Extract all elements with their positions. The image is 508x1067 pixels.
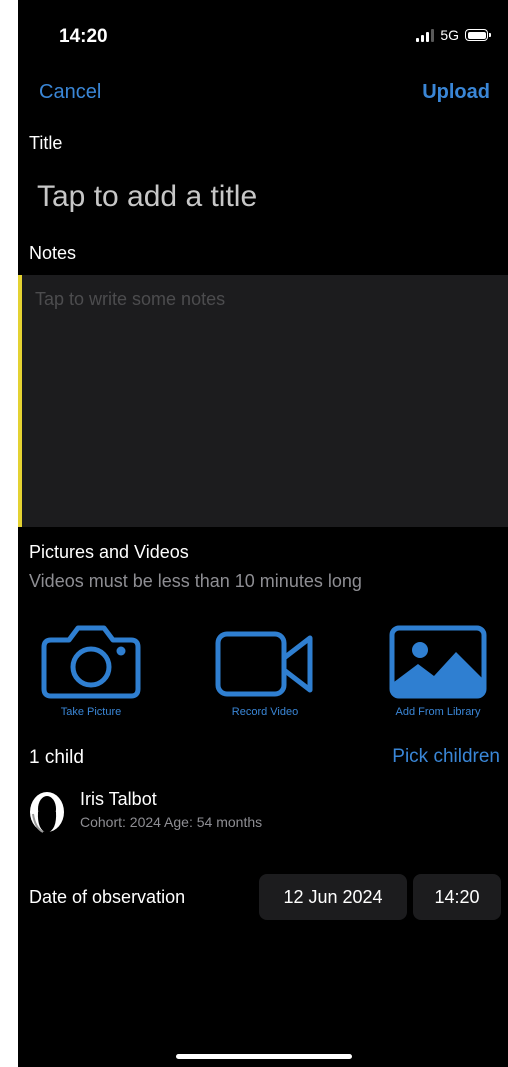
status-time: 14:20 <box>59 26 108 47</box>
cellular-signal-icon <box>416 28 435 42</box>
upload-button[interactable]: Upload <box>422 81 490 104</box>
media-section-label: Pictures and Videos <box>29 542 189 562</box>
notes-label: Notes <box>29 243 77 263</box>
child-meta: Cohort: 2024 Age: 54 months <box>80 814 263 830</box>
date-value: 12 Jun 2024 <box>283 886 383 907</box>
video-camera-icon <box>215 631 313 697</box>
notes-textarea[interactable]: Tap to write some notes <box>18 275 508 527</box>
record-video-button[interactable]: Record Video <box>195 622 335 732</box>
camera-icon <box>41 625 141 699</box>
status-indicators: 5G <box>416 27 491 43</box>
home-indicator[interactable] <box>176 1054 352 1059</box>
date-of-observation-label: Date of observation <box>29 887 186 907</box>
battery-icon <box>465 29 491 41</box>
take-picture-button[interactable]: Take Picture <box>21 622 161 732</box>
title-input[interactable]: Tap to add a title <box>37 180 257 214</box>
app-screen: 14:20 5G Cancel Upload Title Tap to add … <box>18 0 508 1067</box>
record-video-label: Record Video <box>231 706 299 718</box>
take-picture-label: Take Picture <box>60 706 122 718</box>
add-from-library-button[interactable]: Add From Library <box>368 622 508 732</box>
status-bar: 14:20 5G <box>18 0 508 70</box>
photo-library-icon <box>389 625 487 699</box>
time-value: 14:20 <box>434 886 480 907</box>
child-list-item[interactable]: Iris Talbot Cohort: 2024 Age: 54 months <box>29 788 429 838</box>
time-picker-button[interactable]: 14:20 <box>413 874 501 920</box>
child-name: Iris Talbot <box>80 789 157 809</box>
notes-placeholder: Tap to write some notes <box>35 289 226 309</box>
children-count: 1 child <box>29 747 84 768</box>
pick-children-button[interactable]: Pick children <box>392 746 500 768</box>
date-picker-button[interactable]: 12 Jun 2024 <box>259 874 407 920</box>
cancel-button[interactable]: Cancel <box>39 81 101 104</box>
add-from-library-label: Add From Library <box>395 706 481 718</box>
media-section-subtitle: Videos must be less than 10 minutes long <box>29 571 362 591</box>
title-label: Title <box>29 133 63 153</box>
avatar-icon <box>30 792 64 833</box>
network-label: 5G <box>440 27 459 43</box>
